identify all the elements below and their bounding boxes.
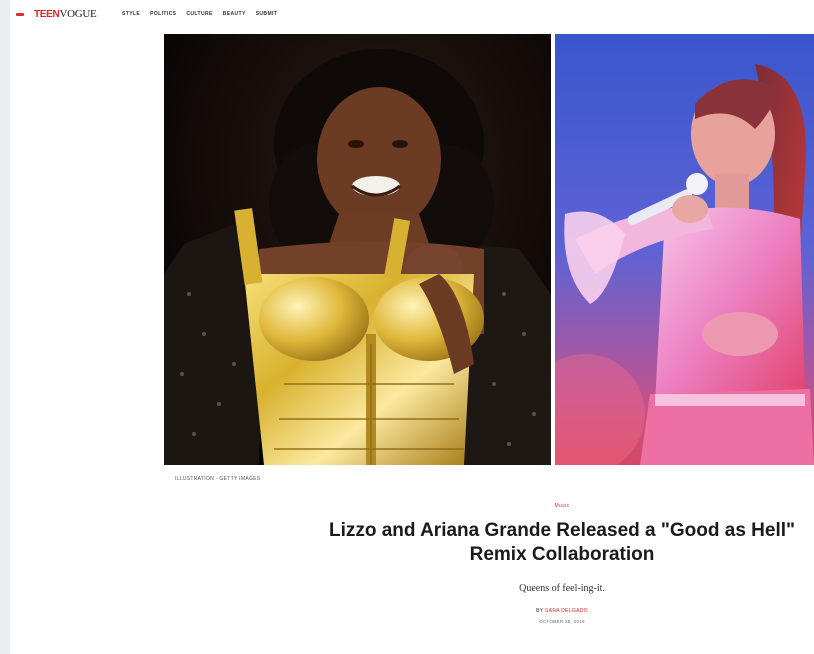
- nav-item-style[interactable]: STYLE: [122, 11, 140, 17]
- article-headline: Lizzo and Ariana Grande Released a "Good…: [310, 519, 814, 567]
- byline: BY SARA DELGADO: [310, 608, 814, 614]
- section-label[interactable]: Music: [310, 503, 814, 509]
- hero-image: [164, 34, 814, 465]
- hero-photo-right: [555, 34, 814, 465]
- nav-links: STYLE POLITICS CULTURE BEAUTY SUBMIT: [122, 11, 277, 17]
- nav-item-submit[interactable]: SUBMIT: [256, 11, 278, 17]
- publish-date: OCTOBER 25, 2019: [539, 619, 585, 624]
- article-header: Music Lizzo and Ariana Grande Released a…: [310, 503, 814, 624]
- site-logo[interactable]: TEENVOGUE: [34, 8, 97, 20]
- nav-item-beauty[interactable]: BEAUTY: [223, 11, 246, 17]
- nav-item-politics[interactable]: POLITICS: [150, 11, 176, 17]
- menu-icon[interactable]: [16, 13, 24, 16]
- image-caption: ILLUSTRATION · GETTY IMAGES: [175, 476, 261, 482]
- logo-teen: TEEN: [34, 9, 60, 20]
- nav-item-culture[interactable]: CULTURE: [186, 11, 212, 17]
- top-nav: TEENVOGUE STYLE POLITICS CULTURE BEAUTY …: [10, 0, 814, 30]
- logo-vogue: VOGUE: [59, 8, 97, 20]
- page: TEENVOGUE STYLE POLITICS CULTURE BEAUTY …: [10, 0, 814, 654]
- headline-line-1: Lizzo and Ariana Grande Released a "Good…: [328, 520, 796, 541]
- article-dek: Queens of feel-ing-it.: [519, 583, 605, 594]
- headline-line-2: Remix Collaboration: [469, 544, 655, 565]
- hero-photo-left: [164, 34, 551, 465]
- author-link[interactable]: SARA DELGADO: [545, 608, 588, 614]
- byline-prefix: BY: [536, 608, 544, 614]
